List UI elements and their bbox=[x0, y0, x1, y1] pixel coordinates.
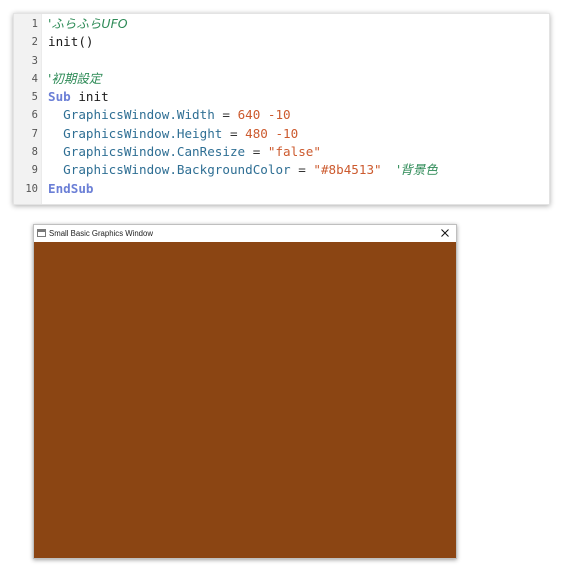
code-keyword: EndSub bbox=[48, 180, 94, 196]
code-text: GraphicsWindow.Width = 640 -10 bbox=[48, 106, 291, 124]
line-number: 5 bbox=[31, 91, 38, 104]
code-comment: '背景色 bbox=[396, 162, 438, 178]
code-editor[interactable]: 1 'ふらふらUFO 2 init() 3 4 '初期設定 5 Sub init 6 Graphi… bbox=[13, 13, 550, 205]
line-number: 2 bbox=[31, 36, 38, 49]
code-token: init bbox=[70, 89, 109, 105]
code-token: 640 -10 bbox=[237, 107, 291, 123]
code-comment: 'ふらふらUFO bbox=[48, 16, 128, 31]
code-line[interactable]: 4 '初期設定 bbox=[14, 70, 549, 88]
close-button[interactable] bbox=[434, 225, 456, 242]
line-number: 6 bbox=[31, 109, 38, 122]
line-number: 3 bbox=[31, 54, 38, 67]
code-token: GraphicsWindow.Width bbox=[48, 107, 215, 123]
code-text: EndSub bbox=[48, 180, 94, 198]
code-line[interactable]: 9 GraphicsWindow.BackgroundColor = "#8b4… bbox=[14, 161, 549, 179]
code-token: GraphicsWindow.Height bbox=[48, 125, 223, 141]
code-line[interactable]: 8 GraphicsWindow.CanResize = "false" bbox=[14, 143, 549, 161]
code-token: = bbox=[214, 107, 238, 123]
code-token: "false" bbox=[267, 144, 321, 160]
code-token: GraphicsWindow.CanResize bbox=[48, 144, 246, 160]
graphics-window[interactable]: Small Basic Graphics Window bbox=[33, 224, 457, 559]
line-number: 8 bbox=[31, 146, 38, 159]
window-title: Small Basic Graphics Window bbox=[49, 229, 153, 238]
line-number: 7 bbox=[31, 127, 38, 140]
code-text: GraphicsWindow.CanResize = "false" bbox=[48, 143, 321, 161]
line-number: 1 bbox=[31, 18, 38, 30]
code-token: = bbox=[222, 125, 246, 141]
code-text: GraphicsWindow.Height = 480 -10 bbox=[48, 125, 298, 143]
code-line[interactable]: 10 EndSub bbox=[14, 180, 549, 198]
code-line[interactable]: 7 GraphicsWindow.Height = 480 -10 bbox=[14, 125, 549, 143]
code-keyword: Sub bbox=[48, 89, 71, 105]
code-token: init() bbox=[48, 34, 94, 50]
code-line[interactable]: 3 bbox=[14, 52, 549, 70]
code-line[interactable]: 1 'ふらふらUFO bbox=[14, 15, 549, 33]
app-window-icon bbox=[37, 229, 46, 237]
code-token: = bbox=[245, 144, 268, 160]
window-titlebar[interactable]: Small Basic Graphics Window bbox=[34, 225, 456, 242]
code-lines: 1 'ふらふらUFO 2 init() 3 4 '初期設定 5 Sub init 6 Graphi… bbox=[14, 15, 549, 198]
close-icon bbox=[441, 229, 449, 237]
code-text: init() bbox=[48, 33, 94, 51]
screenshot-stage: 1 'ふらふらUFO 2 init() 3 4 '初期設定 5 Sub init 6 Graphi… bbox=[0, 0, 562, 570]
code-line[interactable]: 6 GraphicsWindow.Width = 640 -10 bbox=[14, 106, 549, 124]
code-token: GraphicsWindow.BackgroundColor bbox=[48, 162, 291, 178]
code-token: 480 -10 bbox=[245, 125, 299, 141]
code-token: = bbox=[290, 162, 314, 178]
line-number: 9 bbox=[31, 164, 38, 177]
code-text: Sub init bbox=[48, 88, 109, 106]
code-token: "#8b4513" bbox=[313, 162, 382, 178]
code-text: 'ふらふらUFO bbox=[48, 15, 128, 33]
code-comment: '初期設定 bbox=[48, 70, 102, 86]
code-line[interactable]: 2 init() bbox=[14, 33, 549, 51]
line-number: 4 bbox=[31, 72, 38, 85]
code-line[interactable]: 5 Sub init bbox=[14, 88, 549, 106]
graphics-canvas[interactable] bbox=[34, 242, 456, 558]
line-number: 10 bbox=[25, 182, 38, 195]
code-text: GraphicsWindow.BackgroundColor = "#8b451… bbox=[48, 161, 438, 179]
code-text: '初期設定 bbox=[48, 70, 101, 88]
